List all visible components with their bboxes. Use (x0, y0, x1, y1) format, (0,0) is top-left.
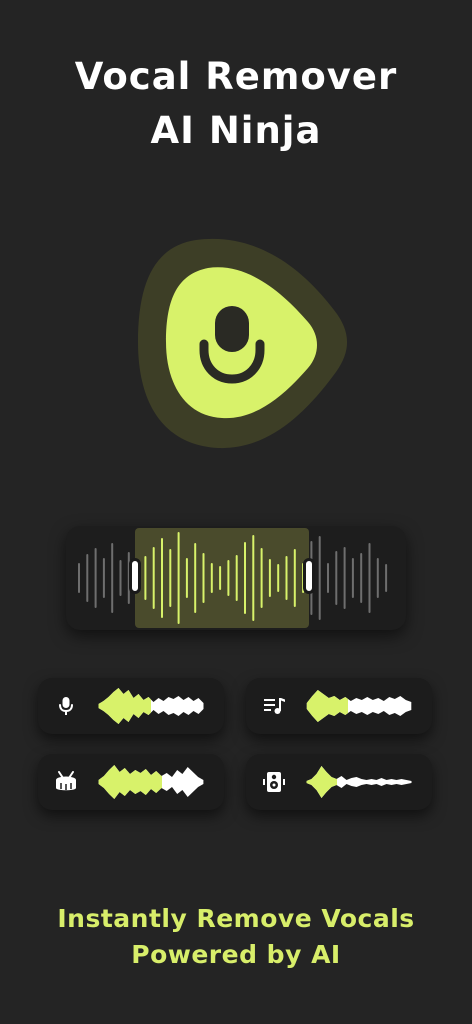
waveform-bar (293, 549, 296, 607)
tagline-line-2: Powered by AI (131, 940, 341, 969)
waveform-bar (210, 563, 213, 593)
waveform-bar (376, 558, 379, 598)
waveform-bar (277, 564, 280, 592)
waveform-bar (202, 553, 205, 603)
trim-end-handle[interactable] (303, 558, 315, 594)
microphone-icon (59, 697, 73, 715)
waveform-bar (235, 555, 238, 601)
app-title-line-1: Vocal Remover (74, 55, 398, 98)
waveform-bar (152, 547, 155, 609)
waveform-bar (227, 560, 230, 596)
speaker-icon (263, 772, 285, 792)
track-vocals[interactable] (38, 678, 224, 734)
drums-waveform (98, 765, 204, 799)
tagline-line-1: Instantly Remove Vocals (57, 904, 415, 933)
tagline: Instantly Remove Vocals Powered by AI (0, 901, 472, 973)
waveform-bar (351, 558, 354, 598)
waveform-bar (368, 543, 371, 613)
waveform-bar (260, 548, 263, 608)
waveform-bar (169, 549, 172, 607)
drum-icon (56, 771, 76, 791)
waveform-bar (119, 560, 122, 596)
waveform-trimmer[interactable] (66, 526, 406, 630)
music-waveform (306, 690, 412, 722)
other-waveform (306, 766, 412, 798)
onboarding-screen: Vocal Remover AI Ninja Instantly Remove … (0, 0, 472, 1024)
music-list-icon (264, 698, 285, 714)
waveform-bar (78, 563, 80, 593)
waveform-bar (343, 547, 346, 609)
vocals-waveform (98, 688, 204, 724)
waveform-bar (335, 551, 338, 605)
waveform-bar (385, 564, 388, 592)
waveform-bar (219, 566, 222, 590)
waveform-bar (252, 535, 255, 621)
waveform-bar (161, 538, 163, 618)
waveform-bar (185, 558, 188, 598)
waveform-bar (111, 543, 114, 613)
track-other[interactable] (246, 754, 432, 810)
waveform-bar (194, 543, 197, 613)
waveform-bar (94, 548, 97, 608)
waveform-bar (327, 563, 329, 593)
waveform-bar (86, 554, 89, 602)
trim-waveform (78, 532, 388, 624)
app-logo (136, 232, 350, 450)
app-title-line-2: AI Ninja (150, 109, 322, 152)
app-title: Vocal Remover AI Ninja (0, 50, 472, 158)
track-drums[interactable] (38, 754, 224, 810)
waveform-bar (360, 553, 363, 603)
waveform-bar (177, 532, 180, 624)
waveform-bar (318, 536, 321, 620)
waveform-bar (285, 556, 288, 600)
waveform-bar (244, 542, 246, 614)
track-music[interactable] (246, 678, 432, 734)
waveform-bar (144, 556, 147, 600)
waveform-bar (268, 559, 271, 597)
waveform-bar (102, 558, 105, 598)
trim-start-handle[interactable] (129, 558, 141, 594)
